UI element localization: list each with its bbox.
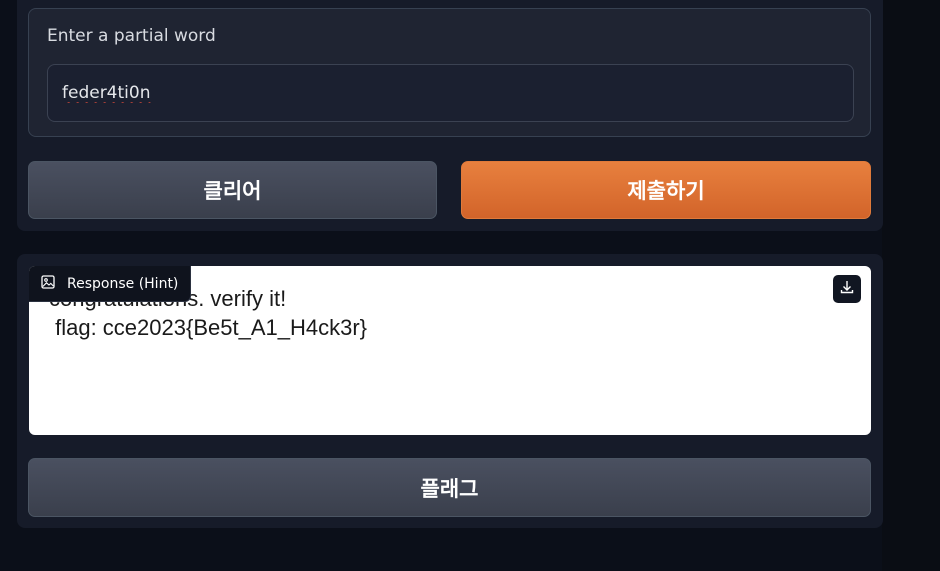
side-gutter (882, 0, 940, 571)
download-button[interactable] (833, 275, 861, 303)
image-icon (41, 274, 55, 293)
clear-button[interactable]: 클리어 (28, 161, 437, 219)
response-label-tag: Response (Hint) (29, 266, 192, 302)
partial-word-input[interactable] (47, 64, 854, 122)
partial-word-field-group: Enter a partial word (28, 8, 871, 137)
submit-button[interactable]: 제출하기 (461, 161, 871, 219)
download-icon (839, 279, 855, 299)
partial-word-label: Enter a partial word (47, 26, 216, 46)
flag-button[interactable]: 플래그 (28, 458, 871, 517)
app-page: Enter a partial word 클리어 제출하기 congratula… (0, 0, 940, 571)
response-label: Response (Hint) (67, 275, 179, 292)
